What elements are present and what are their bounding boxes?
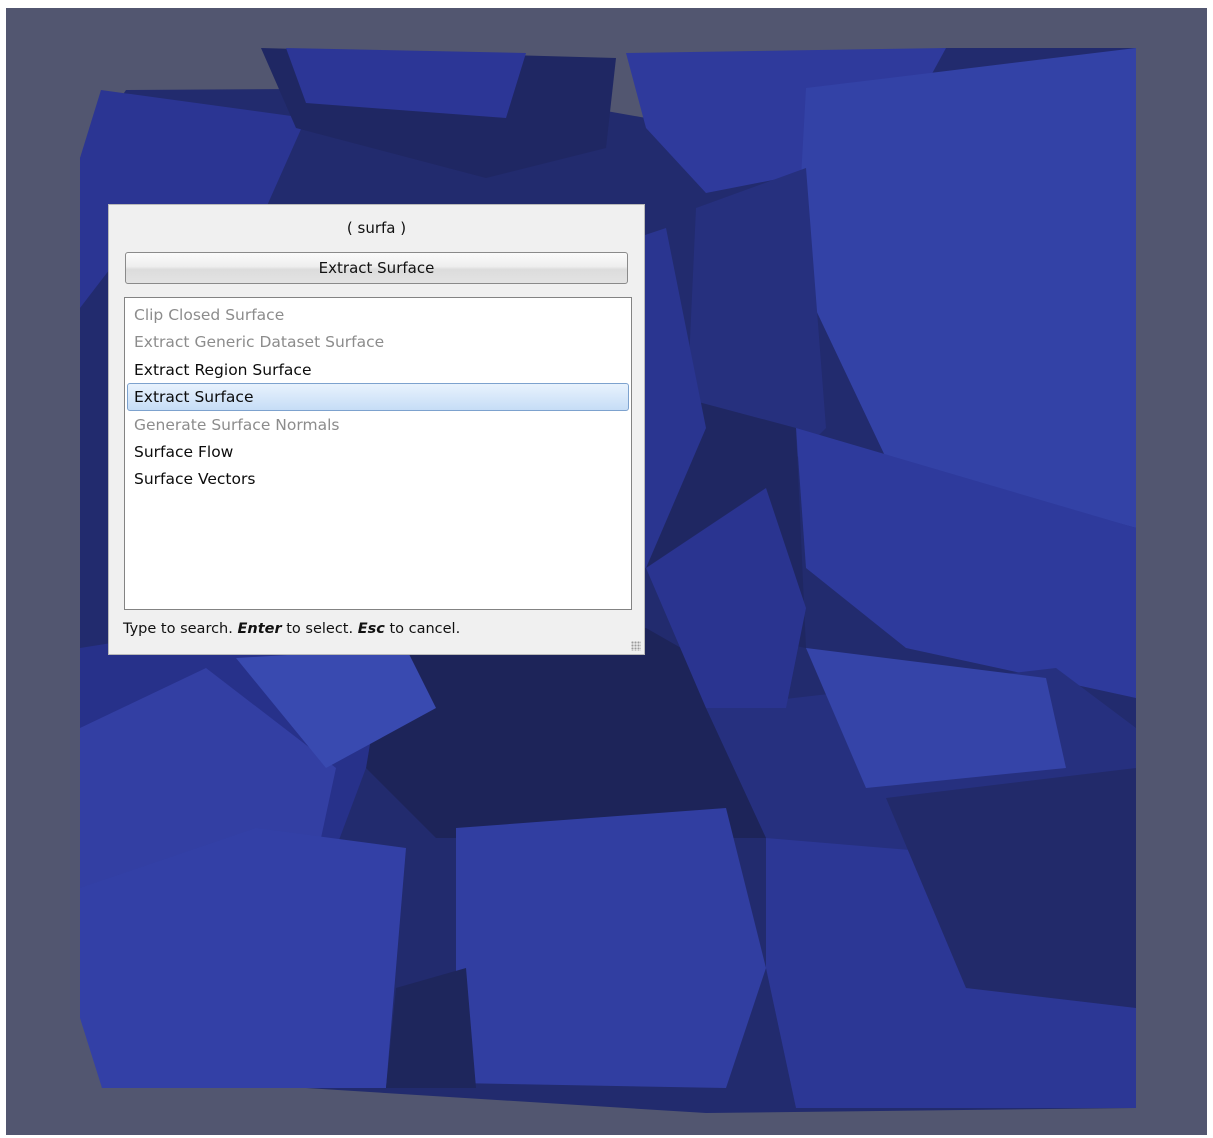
hint-prefix: Type to search.: [123, 621, 238, 637]
resize-grip-icon[interactable]: [631, 641, 641, 651]
enter-key-label: Enter: [237, 621, 282, 637]
hint-enter-text: to select.: [281, 621, 358, 637]
result-surface-flow[interactable]: Surface Flow: [127, 438, 629, 465]
extract-surface-button[interactable]: Extract Surface: [125, 252, 628, 284]
hint-esc-text: to cancel.: [384, 621, 461, 637]
result-surface-vectors[interactable]: Surface Vectors: [127, 465, 629, 492]
keyboard-hint: Type to search. Enter to select. Esc to …: [123, 621, 460, 637]
result-extract-surface[interactable]: Extract Surface: [127, 383, 629, 411]
result-clip-closed-surface[interactable]: Clip Closed Surface: [127, 301, 629, 328]
esc-key-label: Esc: [357, 621, 385, 637]
result-extract-generic-dataset-surface[interactable]: Extract Generic Dataset Surface: [127, 328, 629, 355]
search-query: ( surfa ): [346, 219, 407, 237]
quick-launch-dialog: ( surfa ) Extract Surface Clip Closed Su…: [108, 204, 645, 655]
results-list[interactable]: Clip Closed Surface Extract Generic Data…: [124, 297, 632, 610]
result-generate-surface-normals[interactable]: Generate Surface Normals: [127, 411, 629, 438]
result-extract-region-surface[interactable]: Extract Region Surface: [127, 356, 629, 383]
render-view[interactable]: ( surfa ) Extract Surface Clip Closed Su…: [6, 8, 1207, 1135]
